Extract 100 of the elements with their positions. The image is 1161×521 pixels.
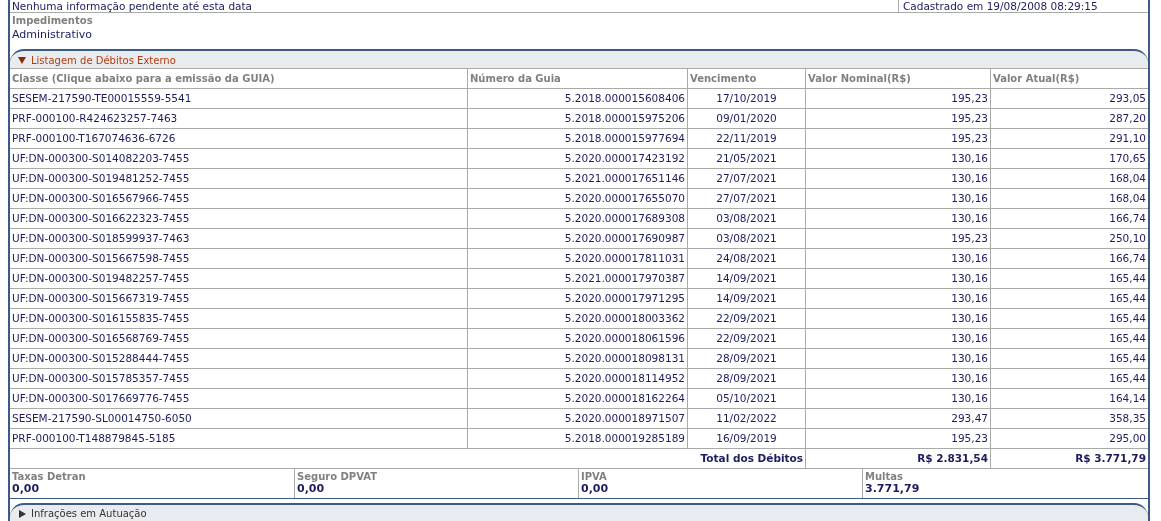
class-link[interactable]: SESEM-217590-TE00015559-5541 <box>10 88 467 109</box>
impedimentos-value: Administrativo <box>12 28 94 41</box>
class-link[interactable]: UF:DN-000300-S019482257-7455 <box>10 268 467 289</box>
table-cell: 130,16 <box>805 368 990 389</box>
section-header[interactable]: Listagem de Débitos Externo <box>10 49 1148 68</box>
table-cell: 28/09/2021 <box>687 368 805 389</box>
impedimentos-label: Impedimentos <box>12 15 94 26</box>
table-cell: 03/08/2021 <box>687 208 805 229</box>
table-cell: 5.2018.000015975206 <box>467 108 687 129</box>
table-cell: 287,20 <box>990 108 1148 129</box>
table-cell: 295,00 <box>990 428 1148 449</box>
table-cell: 165,44 <box>990 288 1148 309</box>
summary-label: Taxas Detran <box>12 470 87 482</box>
table-cell: 5.2018.000019285189 <box>467 428 687 449</box>
table-cell: 195,23 <box>805 128 990 149</box>
table-cell: 130,16 <box>805 388 990 409</box>
class-link[interactable]: PRF-000100-T167074636-6726 <box>10 128 467 149</box>
table-cell: 27/07/2021 <box>687 188 805 209</box>
table-cell: 165,44 <box>990 308 1148 329</box>
table-cell: 195,23 <box>805 88 990 109</box>
class-link[interactable]: UF:DN-000300-S015667598-7455 <box>10 248 467 269</box>
table-cell: 130,16 <box>805 348 990 369</box>
column-header: Valor Nominal(R$) <box>805 67 990 89</box>
table-cell: 5.2020.000017423192 <box>467 148 687 169</box>
table-cell: 5.2020.000018098131 <box>467 348 687 369</box>
table-cell: 165,44 <box>990 328 1148 349</box>
table-cell: 130,16 <box>805 148 990 169</box>
table-cell: 22/09/2021 <box>687 308 805 329</box>
class-link[interactable]: UF:DN-000300-S016568769-7455 <box>10 328 467 349</box>
column-header: Número da Guia <box>467 67 687 89</box>
class-link[interactable]: UF:DN-000300-S016155835-7455 <box>10 308 467 329</box>
class-link[interactable]: UF:DN-000300-S015667319-7455 <box>10 288 467 309</box>
table-cell: 14/09/2021 <box>687 268 805 289</box>
table-cell: 130,16 <box>805 308 990 329</box>
class-link[interactable]: UF:DN-000300-S015288444-7455 <box>10 348 467 369</box>
registration-text: Cadastrado em 19/08/2008 08:29:15 <box>902 0 1099 12</box>
table-cell: 5.2018.000015608406 <box>467 88 687 109</box>
table-cell: 5.2020.000018061596 <box>467 328 687 349</box>
table-cell: 168,04 <box>990 188 1148 209</box>
class-link[interactable]: UF:DN-000300-S014082203-7455 <box>10 148 467 169</box>
table-cell: 5.2021.000017651146 <box>467 168 687 189</box>
summary-value: 3.771,79 <box>865 481 921 495</box>
total-nominal: R$ 2.831,54 <box>805 448 990 469</box>
table-cell: 166,74 <box>990 248 1148 269</box>
table-cell: 05/10/2021 <box>687 388 805 409</box>
section-title: Infrações em Autuação <box>31 508 147 520</box>
table-cell: 130,16 <box>805 248 990 269</box>
table-cell: 130,16 <box>805 208 990 229</box>
table-cell: 195,23 <box>805 108 990 129</box>
total-label: Total dos Débitos <box>467 448 805 469</box>
table-cell: 17/10/2019 <box>687 88 805 109</box>
summary-value: 0,00 <box>581 481 610 495</box>
table-cell: 5.2020.000018162264 <box>467 388 687 409</box>
table-cell: 21/05/2021 <box>687 148 805 169</box>
table-cell: 5.2020.000017655070 <box>467 188 687 209</box>
table-cell: 164,14 <box>990 388 1148 409</box>
table-cell: 165,44 <box>990 368 1148 389</box>
column-header: Vencimento <box>687 67 805 89</box>
table-cell: 16/09/2019 <box>687 428 805 449</box>
table-cell: 27/07/2021 <box>687 168 805 189</box>
status-text: Nenhuma informação pendente até esta data <box>10 0 899 12</box>
class-link[interactable]: UF:DN-000300-S018599937-7463 <box>10 228 467 249</box>
table-cell: 168,04 <box>990 168 1148 189</box>
table-cell: 130,16 <box>805 288 990 309</box>
column-header: Classe (Clique abaixo para a emissão da GUIA) <box>10 67 467 89</box>
table-cell: 170,65 <box>990 148 1148 169</box>
table-cell: 5.2021.000017970387 <box>467 268 687 289</box>
summary-label: IPVA <box>581 470 608 482</box>
table-cell: 5.2020.000018114952 <box>467 368 687 389</box>
table-cell: 130,16 <box>805 188 990 209</box>
table-cell: 250,10 <box>990 228 1148 249</box>
table-cell: 5.2020.000017689308 <box>467 208 687 229</box>
table-cell: 09/01/2020 <box>687 108 805 129</box>
table-cell: 195,23 <box>805 228 990 249</box>
class-link[interactable]: UF:DN-000300-S015785357-7455 <box>10 368 467 389</box>
table-cell: 5.2020.000017811031 <box>467 248 687 269</box>
table-cell: 165,44 <box>990 268 1148 289</box>
table-cell: 5.2020.000018003362 <box>467 308 687 329</box>
class-link[interactable]: UF:DN-000300-S017669776-7455 <box>10 388 467 409</box>
section-header[interactable]: Infrações em Autuação <box>10 502 1148 521</box>
section-title: Listagem de Débitos Externo <box>31 54 176 66</box>
table-cell: 5.2020.000017971295 <box>467 288 687 309</box>
table-cell: 165,44 <box>990 348 1148 369</box>
table-cell: 14/09/2021 <box>687 288 805 309</box>
table-cell: 130,16 <box>805 268 990 289</box>
table-cell: 5.2020.000018971507 <box>467 408 687 429</box>
summary-value: 0,00 <box>12 481 41 495</box>
class-link[interactable]: PRF-000100-T148879845-5185 <box>10 428 467 449</box>
table-cell: 28/09/2021 <box>687 348 805 369</box>
table-cell: 195,23 <box>805 428 990 449</box>
table-cell: 293,47 <box>805 408 990 429</box>
class-link[interactable]: SESEM-217590-SL00014750-6050 <box>10 408 467 429</box>
class-link[interactable]: UF:DN-000300-S019481252-7455 <box>10 168 467 189</box>
table-cell: 130,16 <box>805 168 990 189</box>
table-cell: 24/08/2021 <box>687 248 805 269</box>
class-link[interactable]: PRF-000100-R424623257-7463 <box>10 108 467 129</box>
class-link[interactable]: UF:DN-000300-S016622323-7455 <box>10 208 467 229</box>
class-link[interactable]: UF:DN-000300-S016567966-7455 <box>10 188 467 209</box>
table-cell: 358,35 <box>990 408 1148 429</box>
table-cell: 5.2018.000015977694 <box>467 128 687 149</box>
